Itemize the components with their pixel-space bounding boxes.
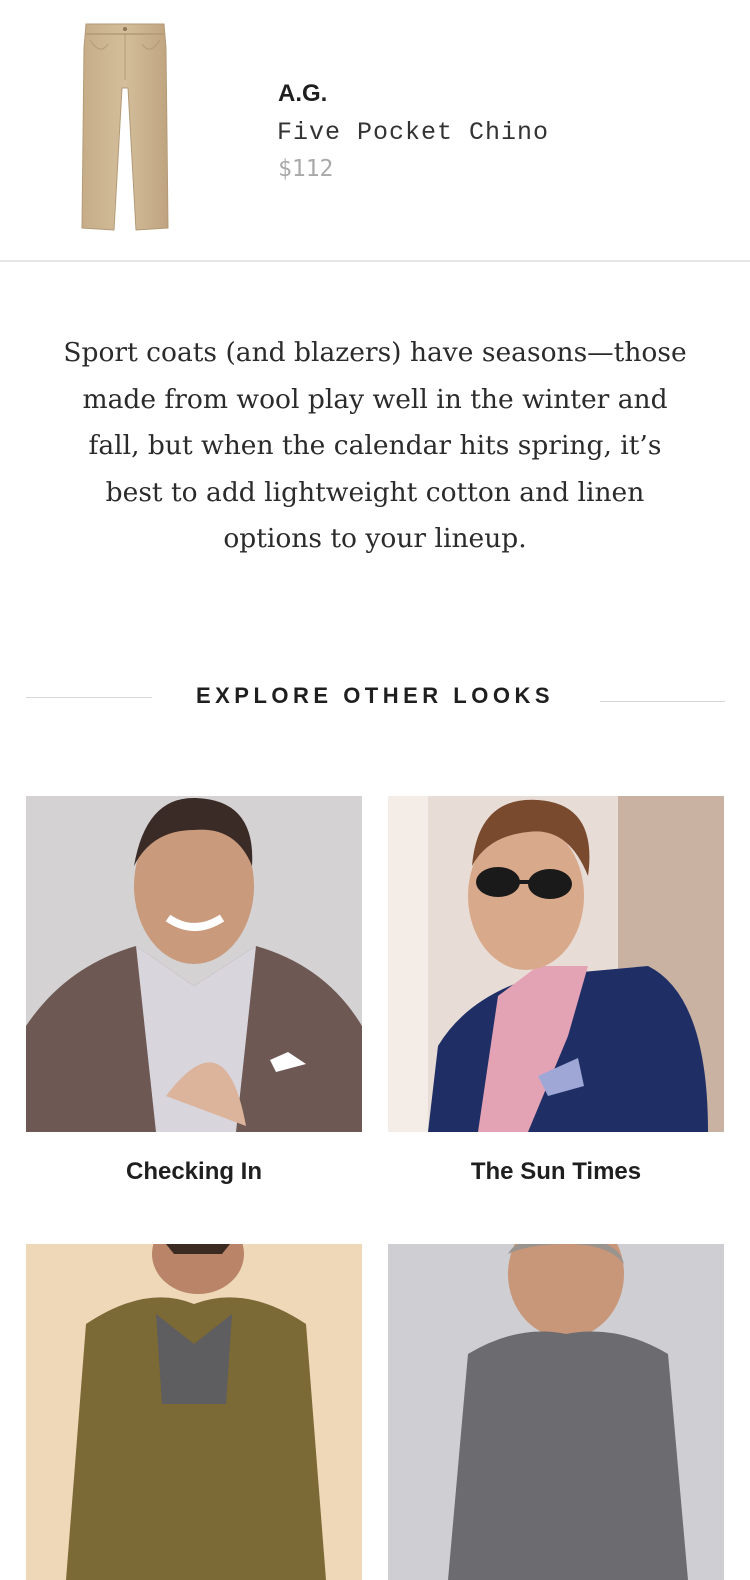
- look-title[interactable]: Checking In: [26, 1158, 362, 1186]
- man-in-sunglasses-navy-blazer-photo[interactable]: [388, 796, 724, 1132]
- product-row[interactable]: A.G. Five Pocket Chino $112: [0, 0, 750, 262]
- khaki-pants-image[interactable]: [72, 18, 176, 234]
- look-title[interactable]: The Sun Times: [388, 1158, 724, 1186]
- product-price: $112: [278, 156, 334, 182]
- section-title: EXPLORE OTHER LOOKS: [195, 683, 555, 708]
- man-in-plaid-sport-coat-photo[interactable]: [26, 796, 362, 1132]
- product-name[interactable]: Five Pocket Chino: [277, 118, 549, 147]
- man-in-olive-jacket-photo[interactable]: [26, 1244, 362, 1580]
- product-brand: A.G.: [278, 80, 328, 107]
- editorial-copy: Sport coats (and blazers) have seasons—t…: [63, 337, 687, 554]
- divider-right: [600, 701, 725, 702]
- man-in-grey-coat-photo[interactable]: [388, 1244, 724, 1580]
- divider-left: [26, 697, 152, 698]
